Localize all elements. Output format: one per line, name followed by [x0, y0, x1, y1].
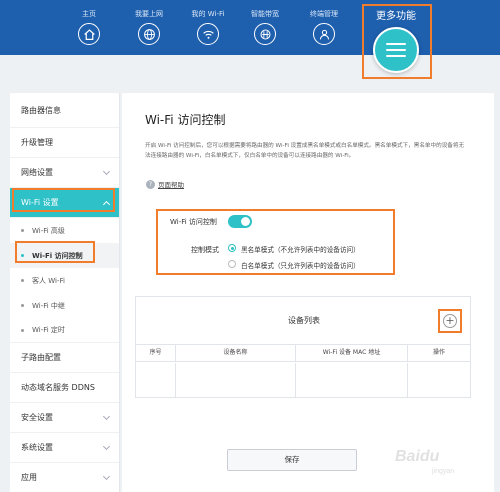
help-icon: ?	[146, 179, 155, 189]
nav-label-wifi: 我的 Wi-Fi	[191, 10, 225, 18]
sidebar-subitem-label: Wi-Fi 高级	[32, 226, 65, 235]
sidebar-item-system[interactable]: 系统设置	[10, 433, 119, 463]
nav-label-home: 主页	[82, 10, 96, 18]
sidebar-item-label: 系统设置	[21, 443, 53, 452]
table-cell	[408, 363, 470, 397]
wifi-icon	[197, 23, 219, 45]
home-icon	[78, 23, 100, 45]
sidebar-subitem-label: Wi-Fi 中继	[32, 301, 65, 310]
sidebar-subitem-label: Wi-Fi 定时	[32, 326, 65, 334]
column-header-index: 序号	[136, 345, 176, 361]
sidebar-item-label: 网络设置	[21, 168, 53, 177]
sidebar-subitem-wifi-advanced[interactable]: Wi-Fi 高级	[10, 218, 119, 243]
chevron-down-icon	[102, 167, 111, 176]
globe-icon	[138, 23, 160, 45]
access-control-toggle[interactable]	[228, 215, 252, 228]
sidebar-item-label: 动态域名服务 DDNS	[21, 383, 95, 392]
sidebar-item-label: 路由器信息	[21, 105, 61, 115]
column-header-action: 操作	[432, 349, 445, 356]
bullet-icon	[21, 254, 24, 257]
whitelist-radio[interactable]	[228, 260, 236, 268]
nav-item-internet[interactable]: 我要上网	[121, 0, 177, 55]
table-cell	[296, 363, 408, 397]
nav-item-home[interactable]: 主页	[61, 0, 117, 55]
user-icon	[313, 23, 335, 45]
sidebar-item-label: Wi-Fi 设置	[21, 198, 59, 207]
page-help-link[interactable]: ? 页面帮助	[146, 179, 184, 189]
sidebar-item-label: 子路由配置	[21, 353, 61, 362]
nav-item-wifi[interactable]: 我的 Wi-Fi	[180, 0, 236, 55]
blacklist-label: 黑名单模式（不允许列表中的设备访问）	[241, 246, 360, 254]
more-features-highlight	[362, 4, 432, 79]
sidebar-item-label: 应用	[21, 473, 37, 482]
sidebar-item-network[interactable]: 网络设置	[10, 158, 119, 188]
sidebar-item-label: 升级管理	[21, 138, 53, 147]
save-button[interactable]: 保存	[227, 449, 357, 471]
bullet-icon	[21, 279, 24, 282]
chevron-down-icon	[102, 472, 111, 481]
sidebar-item-sub-router[interactable]: 子路由配置	[10, 343, 119, 373]
column-header-device-name: 设备名称	[176, 345, 296, 361]
bullet-icon	[21, 329, 24, 332]
chevron-down-icon	[102, 412, 111, 421]
sidebar: 路由器信息 升级管理 网络设置 Wi-Fi 设置 Wi-Fi 高级 Wi-Fi …	[10, 93, 120, 492]
sidebar-item-security[interactable]: 安全设置	[10, 403, 119, 433]
table-cell	[176, 363, 296, 397]
device-table-body	[136, 363, 470, 397]
bullet-icon	[21, 304, 24, 307]
page-help-label: 页面帮助	[158, 181, 184, 189]
watermark-logo: Baidu	[395, 448, 440, 465]
page-description: 开启 Wi-Fi 访问控制后，您可以根据需要将路由器的 Wi-Fi 设置成黑名单…	[145, 143, 465, 159]
add-device-button[interactable]: +	[443, 314, 457, 328]
main-panel: Wi-Fi 访问控制 开启 Wi-Fi 访问控制后，您可以根据需要将路由器的 W…	[122, 93, 494, 492]
sidebar-item-router-info[interactable]: 路由器信息	[10, 93, 119, 128]
nav-label-internet: 我要上网	[135, 10, 163, 18]
column-header-mac: Wi-Fi 设备 MAC 地址	[296, 345, 408, 361]
device-list-title: 设备列表	[288, 316, 320, 325]
blacklist-radio[interactable]	[228, 244, 236, 252]
access-control-label: Wi-Fi 访问控制	[170, 218, 217, 226]
bandwidth-icon	[254, 23, 276, 45]
plus-icon: +	[445, 314, 455, 327]
sidebar-subitem-label: 客人 Wi-Fi	[32, 276, 65, 285]
whitelist-label: 白名单模式（只允许列表中的设备访问）	[241, 262, 360, 270]
chevron-up-icon	[102, 200, 111, 209]
sidebar-subitem-wifi-timer[interactable]: Wi-Fi 定时	[10, 318, 119, 343]
device-list-panel: 设备列表 + 序号 设备名称 Wi-Fi 设备 MAC 地址 操作	[135, 296, 471, 398]
sidebar-subitem-wifi-relay[interactable]: Wi-Fi 中继	[10, 293, 119, 318]
sidebar-item-ddns[interactable]: 动态域名服务 DDNS	[10, 373, 119, 403]
control-mode-label: 控制模式	[191, 246, 219, 254]
sidebar-item-apps[interactable]: 应用	[10, 463, 119, 492]
nav-label-bandwidth: 智能带宽	[251, 10, 279, 18]
sidebar-subitem-guest-wifi[interactable]: 客人 Wi-Fi	[10, 268, 119, 293]
sidebar-item-label: 安全设置	[21, 413, 53, 422]
sidebar-item-wifi-settings[interactable]: Wi-Fi 设置	[10, 188, 119, 218]
sidebar-item-upgrade[interactable]: 升级管理	[10, 128, 119, 158]
nav-item-bandwidth[interactable]: 智能带宽	[237, 0, 293, 55]
chevron-down-icon	[102, 442, 111, 451]
nav-item-terminal[interactable]: 终端管理	[296, 0, 352, 55]
sidebar-subitem-label: Wi-Fi 访问控制	[32, 251, 83, 260]
nav-label-terminal: 终端管理	[310, 10, 338, 18]
watermark-sub: jingyan	[432, 468, 455, 475]
page-title: Wi-Fi 访问控制	[145, 113, 226, 127]
bullet-icon	[21, 229, 24, 232]
device-table-header: 序号 设备名称 Wi-Fi 设备 MAC 地址 操作	[136, 344, 470, 362]
table-cell	[136, 363, 176, 397]
sidebar-subitem-wifi-access-control[interactable]: Wi-Fi 访问控制	[10, 243, 119, 268]
